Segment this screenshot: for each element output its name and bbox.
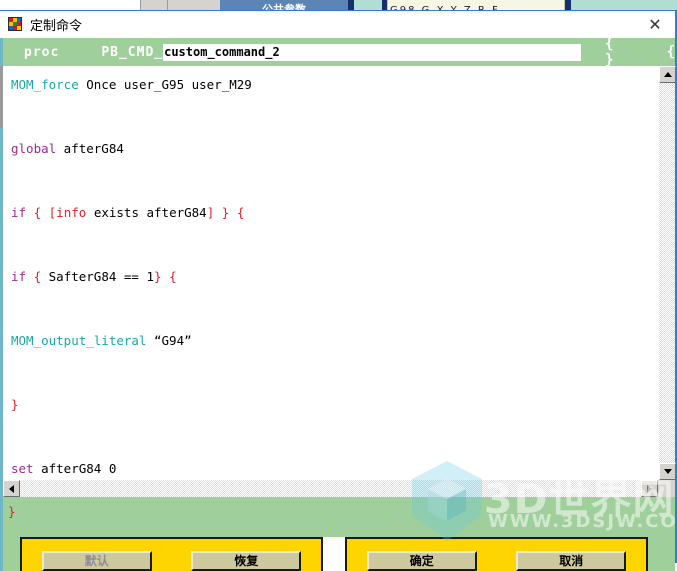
dialog-title: 定制命令 [30, 18, 83, 34]
code-token: exists afterG84 [86, 205, 207, 220]
code-token: } [11, 397, 19, 412]
code-line: if { [info exists afterG84] } { [11, 197, 653, 229]
button-group-gap [323, 537, 345, 571]
close-icon[interactable]: ✕ [645, 14, 665, 34]
code-text[interactable]: MOM_force Once user_G95 user_M29 global … [11, 69, 653, 480]
cancel-button[interactable]: 取消 [516, 551, 627, 571]
proc-header-row: proc PB_CMD_ { } { [0, 36, 675, 68]
code-token: } [154, 269, 162, 284]
vertical-scrollbar[interactable] [658, 66, 676, 480]
editor-rail-notch [0, 66, 3, 128]
code-token: “G94” [146, 333, 192, 348]
code-token: set [11, 461, 34, 476]
trailing-brace-text: } [8, 504, 16, 519]
scrollbar-corner [658, 480, 675, 497]
arrow-down-glyph [663, 469, 672, 474]
proc-keyword-label: proc [24, 44, 60, 60]
brace-open-label: { [666, 44, 675, 60]
code-editor-area[interactable]: MOM_force Once user_G95 user_M29 global … [0, 66, 676, 480]
scroll-up-icon[interactable] [659, 66, 676, 83]
code-token: afterG84 0 [33, 461, 117, 476]
ok-button[interactable]: 确定 [366, 551, 477, 571]
code-token: { [169, 269, 177, 284]
editor-footer-pad: } [0, 497, 675, 537]
brace-pair-label: { } [604, 36, 619, 68]
restore-button[interactable]: 恢复 [191, 551, 302, 571]
custom-command-dialog: 定制命令 ✕ proc PB_CMD_ { } { MOM_force Once… [0, 10, 677, 571]
default-button[interactable]: 默认 [41, 551, 152, 571]
scroll-right-icon[interactable] [641, 480, 658, 497]
dialog-titlebar: 定制命令 ✕ [0, 11, 675, 38]
arrow-left-glyph [9, 484, 14, 493]
scroll-down-icon[interactable] [659, 463, 676, 480]
button-group-right: 确定 取消 [345, 537, 648, 571]
code-line: } [11, 389, 653, 421]
code-token: MOM_output_literal [11, 333, 147, 348]
code-line: set afterG84 0 [11, 453, 653, 480]
arrow-up-glyph [663, 72, 672, 77]
button-group-left: 默认 恢复 [20, 537, 323, 571]
code-token: global [11, 141, 57, 156]
scroll-left-icon[interactable] [3, 480, 20, 497]
code-token: if [11, 205, 27, 220]
dialog-button-bar: 默认 恢复 确定 取消 [0, 537, 675, 571]
code-token: SafterG84 == 1 [41, 269, 155, 284]
code-line: global afterG84 [11, 133, 653, 165]
code-token: [info [48, 205, 87, 220]
code-line: MOM_force Once user_G95 user_M29 [11, 69, 653, 101]
code-line: MOM_output_literal “G94” [11, 325, 653, 357]
code-token: afterG84 [56, 141, 124, 156]
code-line: if { SafterG84 == 1} { [11, 261, 653, 293]
code-token: { [33, 269, 42, 284]
command-name-input[interactable] [163, 43, 581, 61]
code-token: Once user_G95 user_M29 [78, 77, 252, 92]
proc-prefix-label: PB_CMD_ [101, 44, 164, 60]
code-token: { [236, 205, 245, 220]
arrow-right-glyph [647, 484, 652, 493]
code-token: MOM_force [11, 77, 79, 92]
grid-squares-icon [8, 17, 22, 31]
code-token: if [11, 269, 27, 284]
code-token: { [33, 205, 42, 220]
horizontal-scrollbar[interactable] [0, 480, 675, 497]
